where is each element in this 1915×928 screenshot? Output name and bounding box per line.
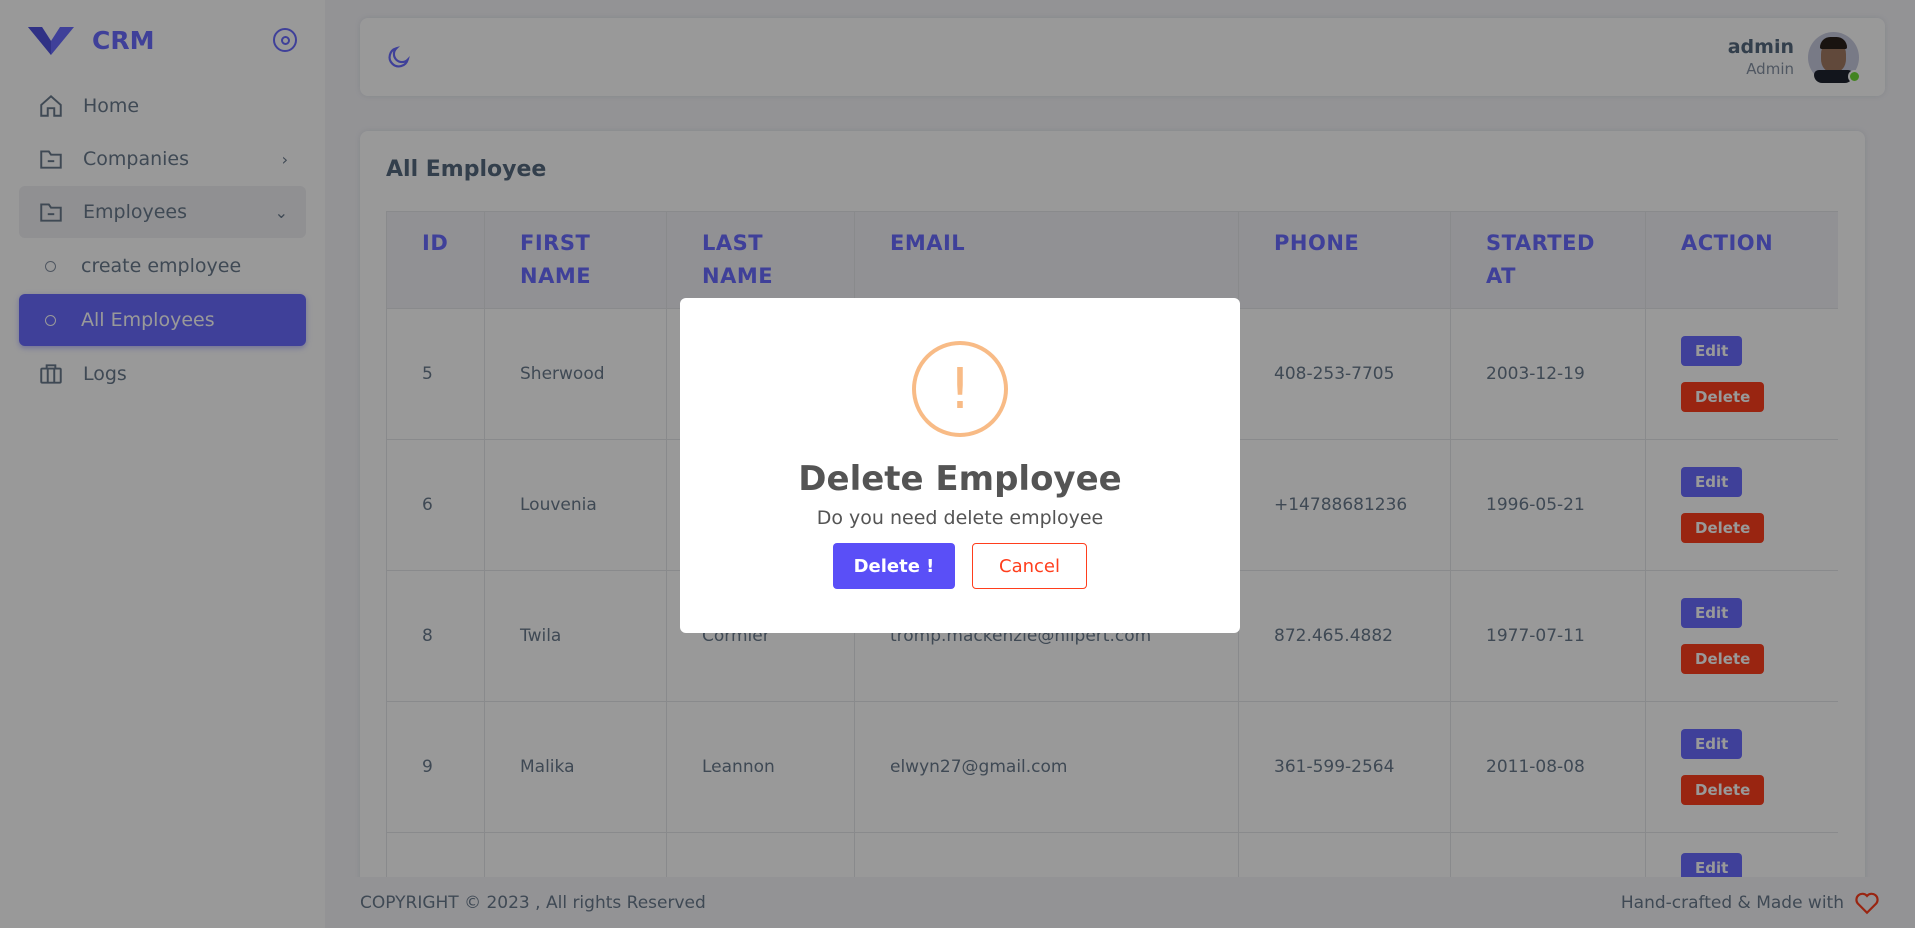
dialog-title: Delete Employee [798,459,1122,499]
warning-icon: ! [912,341,1008,437]
dialog-message: Do you need delete employee [816,507,1104,529]
dialog-actions: Delete ! Cancel [680,543,1240,589]
cancel-button[interactable]: Cancel [972,543,1087,589]
delete-confirm-dialog: ! Delete Employee Do you need delete emp… [680,298,1240,633]
confirm-delete-button[interactable]: Delete ! [833,543,955,589]
